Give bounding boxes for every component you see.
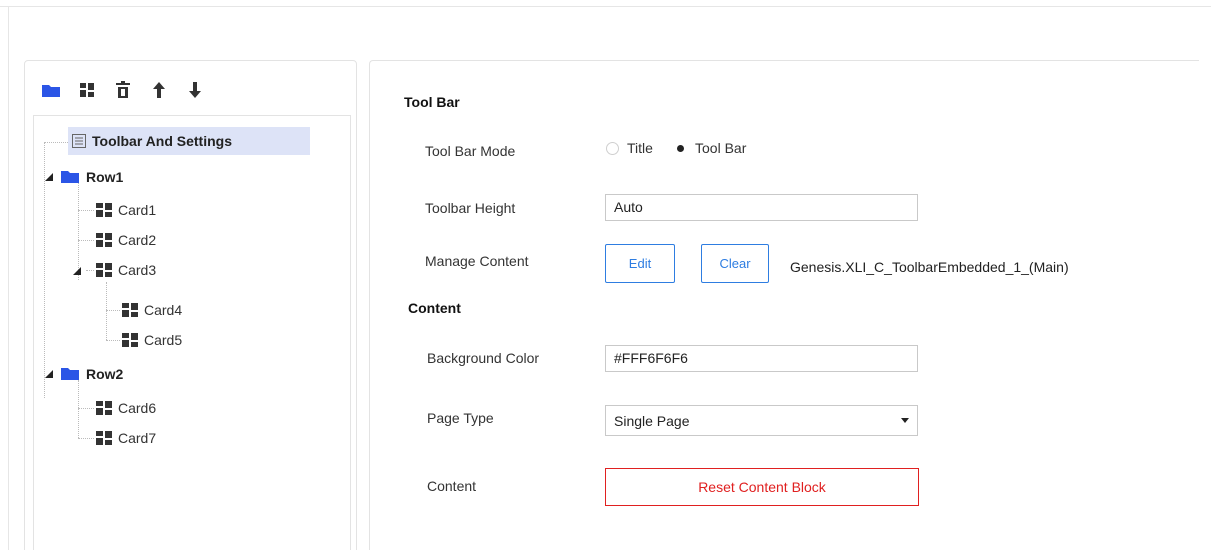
tree-node-card1[interactable]: Card1 bbox=[96, 196, 156, 224]
tree-node-row1[interactable]: Row1 bbox=[60, 163, 123, 191]
radio-label: Title bbox=[627, 140, 653, 156]
triangle-down-icon bbox=[45, 173, 53, 181]
folder-icon bbox=[42, 85, 60, 97]
tree-node-card6[interactable]: Card6 bbox=[96, 394, 156, 422]
tree-node-card4[interactable]: Card4 bbox=[122, 296, 182, 324]
tree-connector bbox=[106, 282, 107, 340]
background-color-label: Background Color bbox=[427, 350, 540, 366]
tree-node-card2[interactable]: Card2 bbox=[96, 226, 156, 254]
tree-node-label: Row2 bbox=[86, 366, 124, 382]
card-icon bbox=[122, 333, 138, 347]
edit-button[interactable]: Edit bbox=[605, 244, 675, 283]
card-icon bbox=[96, 233, 112, 247]
triangle-down-icon bbox=[73, 267, 81, 275]
tree-node-label: Card6 bbox=[118, 400, 157, 416]
toolbar-height-label: Toolbar Height bbox=[425, 200, 516, 216]
tree-connector bbox=[78, 408, 94, 409]
page-type-value: Single Page bbox=[614, 412, 690, 429]
delete-button[interactable] bbox=[112, 79, 134, 101]
toolbar-section-title: Tool Bar bbox=[404, 94, 460, 110]
tree-view: Toolbar And Settings Row1 Card1 Card2 Ca… bbox=[33, 115, 351, 550]
card-icon bbox=[80, 83, 94, 97]
folder-icon bbox=[60, 367, 80, 381]
tree-connector bbox=[78, 210, 94, 211]
background-color-input[interactable]: #FFF6F6F6 bbox=[605, 345, 918, 372]
tree-node-card7[interactable]: Card7 bbox=[96, 424, 156, 452]
tree-node-label: Card3 bbox=[118, 262, 157, 278]
page-type-label: Page Type bbox=[427, 410, 494, 426]
tree-connector bbox=[106, 340, 120, 341]
tree-node-label: Card5 bbox=[144, 332, 183, 348]
tree-node-label: Card2 bbox=[118, 232, 157, 248]
manage-content-label: Manage Content bbox=[425, 253, 529, 269]
radio-circle-selected bbox=[674, 141, 687, 155]
tree-node-label: Card7 bbox=[118, 430, 157, 446]
card-icon bbox=[96, 401, 112, 415]
card-icon bbox=[96, 203, 112, 217]
move-down-button[interactable] bbox=[184, 79, 206, 101]
move-up-button[interactable] bbox=[148, 79, 170, 101]
toolbar-mode-label: Tool Bar Mode bbox=[425, 143, 516, 159]
triangle-down-icon bbox=[45, 370, 53, 378]
radio-label: Tool Bar bbox=[695, 140, 747, 156]
card-icon bbox=[122, 303, 138, 317]
caret-down-icon bbox=[901, 418, 909, 423]
tree-node-label: Card4 bbox=[144, 302, 183, 318]
settings-list-icon bbox=[72, 134, 86, 148]
mode-title-radio[interactable]: Title bbox=[606, 140, 653, 156]
tree-node-label: Card1 bbox=[118, 202, 157, 218]
tree-connector bbox=[44, 142, 68, 143]
arrow-up-icon bbox=[153, 82, 165, 98]
tree-connector bbox=[86, 270, 94, 271]
card-icon bbox=[96, 263, 112, 277]
top-divider bbox=[0, 6, 1211, 7]
tree-connector bbox=[78, 380, 79, 438]
clear-button[interactable]: Clear bbox=[701, 244, 769, 283]
tree-node-label: Row1 bbox=[86, 169, 124, 185]
folder-icon bbox=[60, 170, 80, 184]
tree-connector bbox=[106, 310, 120, 311]
tree-connector bbox=[78, 240, 94, 241]
row1-collapse-toggle[interactable] bbox=[44, 172, 54, 182]
tree-node-card3[interactable]: Card3 bbox=[96, 256, 156, 284]
tree-panel: Toolbar And Settings Row1 Card1 Card2 Ca… bbox=[24, 60, 357, 550]
tree-node-row2[interactable]: Row2 bbox=[60, 360, 123, 388]
content-section-title: Content bbox=[408, 300, 461, 316]
content-name-text: Genesis.XLI_C_ToolbarEmbedded_1_(Main) bbox=[790, 259, 1069, 275]
radio-circle bbox=[606, 141, 619, 155]
row2-collapse-toggle[interactable] bbox=[44, 369, 54, 379]
delete-icon bbox=[116, 81, 130, 98]
reset-content-block-button[interactable]: Reset Content Block bbox=[605, 468, 919, 506]
card-icon bbox=[96, 431, 112, 445]
page-type-select[interactable]: Single Page bbox=[605, 405, 918, 436]
tree-toolbar bbox=[40, 79, 220, 101]
add-row-button[interactable] bbox=[40, 79, 62, 101]
toolbar-height-input[interactable]: Auto bbox=[605, 194, 918, 221]
mode-toolbar-radio[interactable]: Tool Bar bbox=[674, 140, 746, 156]
arrow-down-icon bbox=[189, 82, 201, 98]
add-card-button[interactable] bbox=[76, 79, 98, 101]
tree-node-card5[interactable]: Card5 bbox=[122, 326, 182, 354]
tree-node-label: Toolbar And Settings bbox=[92, 133, 232, 149]
card3-collapse-toggle[interactable] bbox=[72, 266, 82, 276]
content-label: Content bbox=[427, 478, 477, 494]
settings-panel: Tool Bar Tool Bar Mode Title Tool Bar To… bbox=[369, 60, 1199, 550]
left-divider bbox=[8, 6, 9, 550]
tree-connector bbox=[78, 438, 94, 439]
tree-node-toolbar-settings[interactable]: Toolbar And Settings bbox=[68, 127, 310, 155]
